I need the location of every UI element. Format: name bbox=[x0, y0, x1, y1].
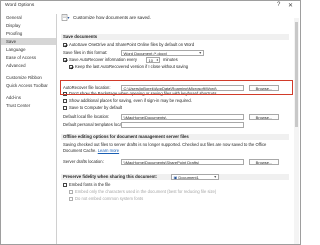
word-doc-icon: ▣ bbox=[173, 175, 178, 180]
templates-location-input[interactable] bbox=[121, 122, 244, 128]
default-local-location-label: Default local file location: bbox=[63, 114, 110, 119]
autorecover-highlight-box bbox=[60, 80, 293, 95]
additional-places-label: Show additional places for saving, even … bbox=[69, 98, 192, 103]
chevron-down-icon: ▼ bbox=[213, 175, 217, 179]
embed-fonts-label: Embed fonts in the file bbox=[69, 182, 111, 187]
autorecover-label: Save AutoRecover information every bbox=[69, 57, 137, 62]
offline-description-text: Saving checked out files to server draft… bbox=[63, 142, 267, 153]
templates-location-label: Default personal templates location: bbox=[63, 122, 130, 127]
default-local-browse-button[interactable]: Browse... bbox=[249, 113, 279, 120]
sidebar-item-proofing[interactable]: Proofing bbox=[1, 30, 56, 37]
vertical-scrollbar[interactable] bbox=[294, 18, 299, 244]
server-drafts-browse-button[interactable]: Browse... bbox=[249, 158, 279, 165]
word-options-window: Word Options ? ✕ General Display Proofin… bbox=[0, 0, 301, 245]
no-common-fonts-label: Do not embed common system fonts bbox=[75, 196, 144, 201]
preserve-fidelity-label: Preserve fidelity when sharing this docu… bbox=[63, 174, 158, 179]
autosave-checkbox[interactable] bbox=[63, 43, 67, 47]
no-common-fonts-checkbox[interactable] bbox=[69, 197, 73, 201]
save-document-icon bbox=[61, 14, 70, 21]
format-label: Save files in this format: bbox=[63, 50, 108, 55]
server-drafts-input[interactable]: \\MacHome\Documents\SharePoint Drafts\ bbox=[121, 159, 244, 165]
server-drafts-label: Server drafts location: bbox=[63, 159, 104, 164]
sidebar-item-save[interactable]: Save bbox=[1, 38, 56, 45]
sidebar-item-quick-access-toolbar[interactable]: Quick Access Toolbar bbox=[1, 82, 56, 89]
sidebar-item-general[interactable]: General bbox=[1, 14, 56, 21]
help-button[interactable]: ? bbox=[277, 2, 280, 8]
window-title: Word Options bbox=[5, 3, 35, 8]
format-select[interactable]: Word Document (*.docx) ▼ bbox=[121, 50, 204, 56]
minutes-value: 10 bbox=[148, 58, 153, 63]
title-bar: Word Options ? ✕ bbox=[1, 1, 300, 11]
offline-description: Saving checked out files to server draft… bbox=[63, 142, 273, 153]
spinner-icon: ⬍ bbox=[155, 57, 159, 62]
minutes-input[interactable]: 10 ⬍ bbox=[146, 57, 160, 63]
minutes-label: minutes bbox=[163, 57, 178, 62]
embed-only-used-checkbox[interactable] bbox=[69, 190, 73, 194]
autosave-label: AutoSave OneDrive and SharePoint Online … bbox=[69, 42, 195, 47]
document-select[interactable]: ▣ Document1 ▼ bbox=[171, 174, 219, 180]
default-local-location-input[interactable]: \\MacHome\Documents\ bbox=[121, 114, 244, 120]
sidebar-item-advanced[interactable]: Advanced bbox=[1, 62, 56, 69]
document-select-value: Document1 bbox=[178, 175, 199, 180]
sidebar-item-language[interactable]: Language bbox=[1, 46, 56, 53]
close-button[interactable]: ✕ bbox=[288, 2, 293, 9]
save-to-computer-label: Save to Computer by default bbox=[69, 105, 123, 110]
sidebar-item-ease-of-access[interactable]: Ease of Access bbox=[1, 54, 56, 61]
sidebar-item-customize-ribbon[interactable]: Customize Ribbon bbox=[1, 74, 56, 81]
additional-places-checkbox[interactable] bbox=[63, 99, 67, 103]
embed-only-used-label: Embed only the characters used in the do… bbox=[75, 189, 217, 194]
keep-last-label: Keep the last AutoRecovered version if I… bbox=[75, 64, 189, 69]
scrollbar-thumb[interactable] bbox=[295, 22, 298, 127]
intro-text: Customize how documents are saved. bbox=[73, 15, 151, 20]
save-to-computer-checkbox[interactable] bbox=[63, 106, 67, 110]
save-options-panel: Customize how documents are saved. Save … bbox=[61, 14, 299, 244]
save-documents-header: Save documents bbox=[61, 34, 289, 40]
autorecover-checkbox[interactable] bbox=[63, 58, 67, 62]
embed-fonts-checkbox[interactable] bbox=[63, 183, 67, 187]
sidebar-item-trust-center[interactable]: Trust Center bbox=[1, 102, 56, 109]
sidebar-item-add-ins[interactable]: Add-ins bbox=[1, 94, 56, 101]
sidebar-item-display[interactable]: Display bbox=[1, 22, 56, 29]
format-value: Word Document (*.docx) bbox=[123, 51, 168, 56]
offline-editing-header: Offline editing options for document man… bbox=[61, 134, 289, 140]
chevron-down-icon: ▼ bbox=[198, 51, 202, 55]
learn-more-link[interactable]: Learn more bbox=[98, 148, 119, 153]
sidebar: General Display Proofing Save Language E… bbox=[1, 14, 57, 244]
keep-last-checkbox[interactable] bbox=[69, 65, 73, 69]
